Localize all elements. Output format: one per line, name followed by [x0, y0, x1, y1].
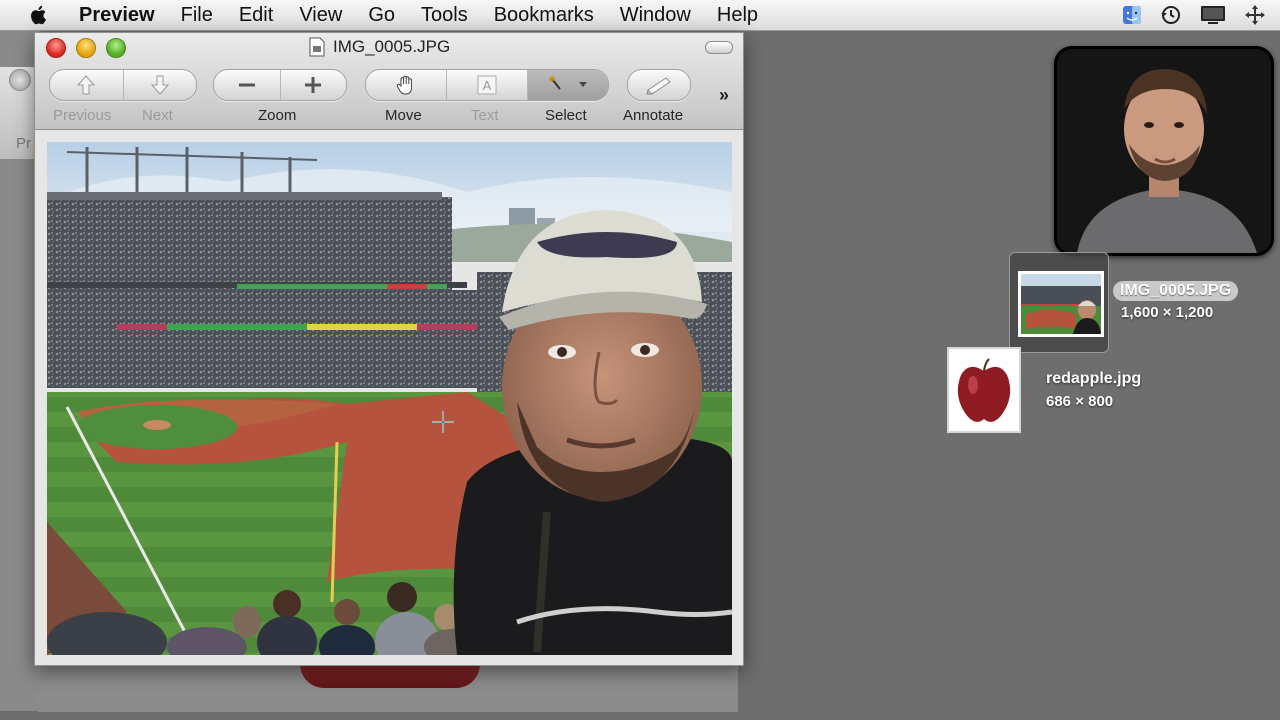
arrow-up-icon	[77, 75, 96, 95]
text-label: Text	[471, 107, 499, 124]
menu-edit[interactable]: Edit	[226, 4, 286, 27]
menu-window[interactable]: Window	[607, 4, 704, 27]
file-name-redapple[interactable]: redapple.jpg	[1046, 370, 1141, 388]
text-tool-icon: A	[477, 75, 497, 95]
menu-tools[interactable]: Tools	[408, 4, 481, 27]
document-icon[interactable]	[309, 37, 325, 57]
background-window-label: Pr	[16, 135, 31, 152]
apple-menu-icon[interactable]	[26, 3, 52, 27]
zoom-window-button[interactable]	[106, 38, 126, 58]
previous-label: Previous	[53, 107, 112, 124]
minus-icon	[238, 83, 255, 87]
select-label: Select	[545, 107, 587, 124]
display-icon[interactable]	[1200, 5, 1226, 25]
zoom-label: Zoom	[258, 107, 297, 124]
move-icon[interactable]	[1244, 4, 1266, 26]
thumbnail-stadium-image	[1021, 274, 1101, 334]
menu-app-preview[interactable]: Preview	[66, 4, 168, 27]
arrow-down-icon	[150, 75, 169, 95]
thumbnail-apple-image	[949, 349, 1019, 431]
zoom-out-button[interactable]	[214, 70, 281, 100]
menu-help[interactable]: Help	[704, 4, 771, 27]
text-tool-button[interactable]: A	[447, 70, 528, 100]
toolbar-overflow-button[interactable]: »	[719, 85, 729, 106]
close-button[interactable]	[46, 38, 66, 58]
zoom-in-button[interactable]	[281, 70, 347, 100]
move-label: Move	[385, 107, 422, 124]
zoom-control	[213, 69, 347, 101]
window-titlebar[interactable]: IMG_0005.JPG Previous Next Zoom A Move T…	[35, 33, 743, 130]
annotate-label: Annotate	[623, 107, 684, 124]
preview-window: IMG_0005.JPG Previous Next Zoom A Move T…	[34, 32, 744, 666]
plus-icon	[305, 77, 322, 93]
thumbnail-redapple[interactable]	[947, 347, 1021, 433]
next-label: Next	[142, 107, 173, 124]
menu-file[interactable]: File	[168, 4, 226, 27]
file-name-img-0005[interactable]: IMG_0005.JPG	[1113, 281, 1239, 301]
pencil-icon	[646, 77, 671, 95]
minimize-button[interactable]	[76, 38, 96, 58]
move-tool-button[interactable]	[366, 70, 447, 100]
annotate-control	[627, 69, 691, 101]
svg-text:A: A	[483, 78, 492, 93]
background-window-button	[9, 69, 31, 91]
presenter-webcam	[1054, 46, 1274, 256]
stadium-photo	[47, 142, 732, 655]
menu-extras	[1122, 0, 1280, 30]
menu-bar: Preview File Edit View Go Tools Bookmark…	[0, 0, 1280, 31]
image-canvas[interactable]	[47, 142, 732, 655]
window-title: IMG_0005.JPG	[333, 37, 451, 56]
menu-bookmarks[interactable]: Bookmarks	[481, 4, 607, 27]
thumbnail-img-0005[interactable]	[1018, 271, 1104, 337]
file-dimensions-redapple: 686 × 800	[1046, 393, 1114, 410]
menu-go[interactable]: Go	[355, 4, 408, 27]
previous-next-control	[49, 69, 197, 101]
chevron-down-icon	[579, 82, 587, 87]
apple-image-peek	[300, 664, 480, 688]
finder-icon[interactable]	[1122, 5, 1142, 25]
tool-mode-control: A	[365, 69, 609, 101]
hand-icon	[396, 75, 412, 95]
magic-wand-icon	[549, 76, 561, 90]
file-dimensions-img-0005: 1,600 × 1,200	[1121, 304, 1214, 321]
next-button[interactable]	[124, 70, 197, 100]
window-title-group: IMG_0005.JPG	[309, 37, 450, 57]
previous-button[interactable]	[50, 70, 124, 100]
select-tool-button[interactable]	[528, 70, 608, 100]
annotate-button[interactable]	[628, 70, 690, 100]
menu-view[interactable]: View	[286, 4, 355, 27]
presenter-video	[1057, 49, 1271, 253]
toolbar-toggle-button[interactable]	[705, 41, 733, 54]
time-machine-icon[interactable]	[1160, 4, 1182, 26]
